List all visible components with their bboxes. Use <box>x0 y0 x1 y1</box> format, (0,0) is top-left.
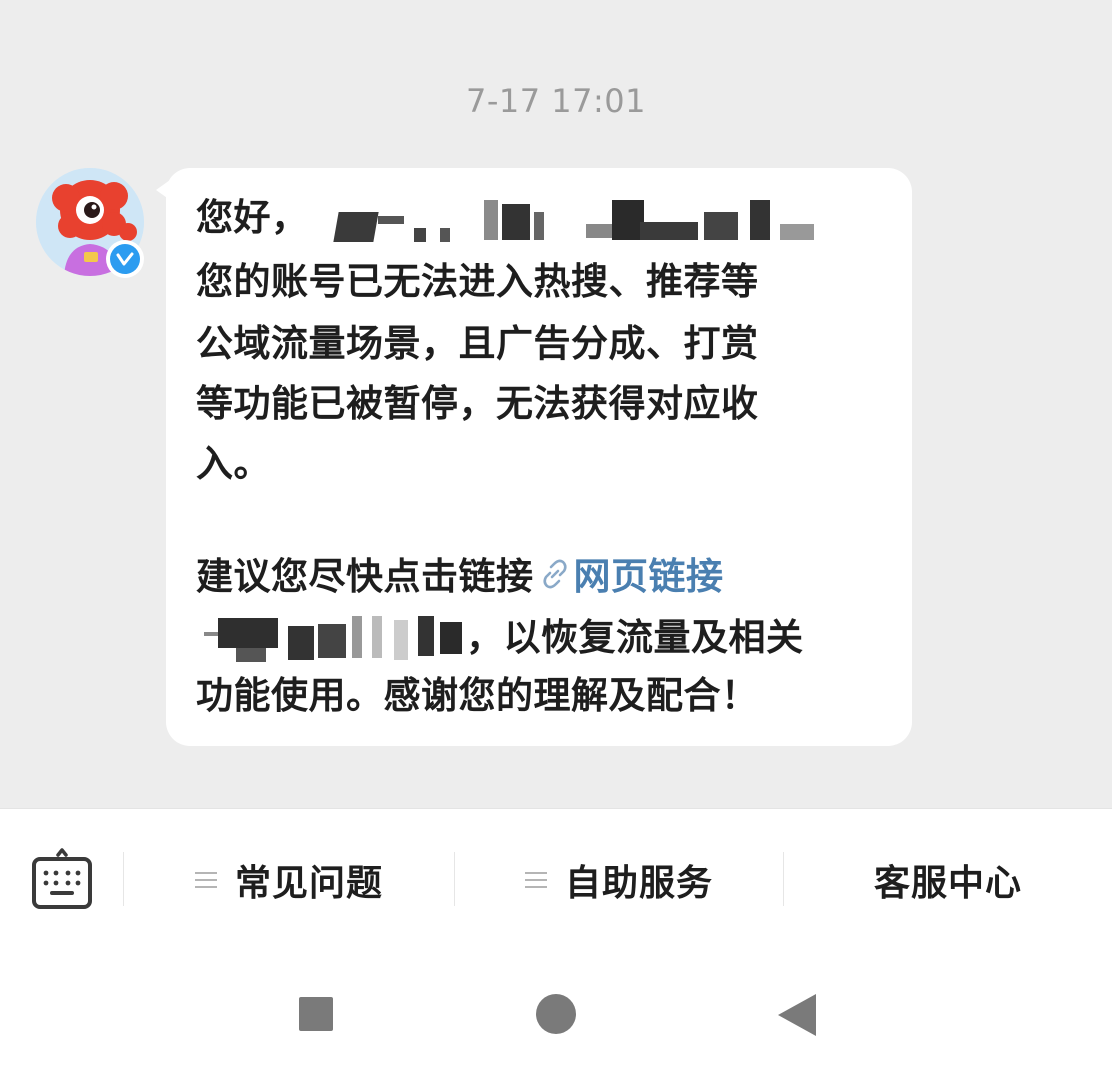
circle-home-icon[interactable] <box>536 994 576 1034</box>
message-line-2: 您的账号已无法进入热搜、推荐等 <box>196 260 759 303</box>
message-timestamp: 7-17 17:01 <box>465 82 646 120</box>
self-service-label: 自助服务 <box>564 863 713 904</box>
link-chain-icon[interactable] <box>538 555 572 603</box>
chat-area[interactable]: 7-17 17:01 您好， 您的账号已无法进入热搜、推荐等 公域流量场景，且广… <box>0 0 1112 808</box>
message-line-3: 公域流量场景，且广告分成、打赏 <box>196 322 759 365</box>
bottom-toolbar <box>0 808 1112 1080</box>
triangle-back-icon[interactable] <box>778 994 816 1036</box>
link-prefix-text: 建议您尽快点击链接 <box>196 555 534 598</box>
verified-v-icon <box>110 244 140 274</box>
faq-menu-button[interactable]: 常见问题 <box>124 850 454 910</box>
menu-lines-icon <box>524 872 547 888</box>
customer-service-label: 客服中心 <box>873 863 1022 904</box>
web-link[interactable]: 网页链接 <box>574 555 724 598</box>
message-line-link: 建议您尽快点击链接 网页链接 <box>196 553 724 603</box>
customer-service-button[interactable]: 客服中心 <box>784 850 1112 910</box>
verified-badge <box>106 240 144 278</box>
message-line-4: 等功能已被暂停，无法获得对应收 <box>196 382 759 425</box>
square-recents-icon[interactable] <box>299 997 333 1031</box>
keyboard-icon <box>32 848 92 909</box>
faq-label: 常见问题 <box>234 863 383 904</box>
message-line-8: 功能使用。感谢您的理解及配合！ <box>196 674 759 717</box>
keyboard-toggle-button[interactable] <box>30 845 94 913</box>
message-line-7: ，以恢复流量及相关 <box>466 616 804 659</box>
self-service-menu-button[interactable]: 自助服务 <box>455 850 783 910</box>
message-line-greeting: 您好， <box>196 196 309 239</box>
app-root: 7-17 17:01 您好， 您的账号已无法进入热搜、推荐等 公域流量场景，且广… <box>0 0 1112 1080</box>
message-line-5: 入。 <box>196 442 271 485</box>
menu-lines-icon <box>194 872 217 888</box>
